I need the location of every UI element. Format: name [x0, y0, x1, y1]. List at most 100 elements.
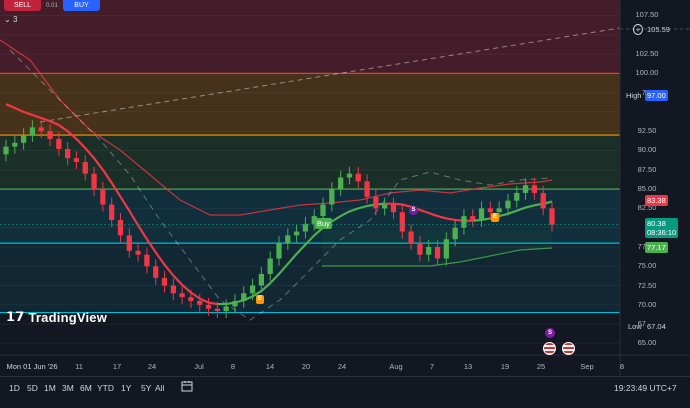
x-tick-label: 24	[147, 362, 157, 371]
candle-body	[443, 239, 449, 259]
x-tick-label: Jul	[194, 362, 204, 371]
candle-body	[329, 189, 335, 205]
tradingview-mark-icon: 𝟭𝟳	[6, 309, 25, 324]
split-marker[interactable]: S	[409, 206, 418, 215]
upper-band-badge: 83.38	[645, 195, 668, 206]
logo-text: TradingView	[28, 309, 108, 325]
tradingview-logo: 𝟭𝟳 TradingView	[6, 309, 107, 325]
y-tick-label: 85.00	[637, 184, 657, 194]
indicator-collapse-toggle[interactable]: ⌄ 3	[4, 15, 17, 24]
earnings-marker[interactable]: E	[256, 295, 264, 304]
spread-value: 0.01	[46, 2, 58, 9]
us-flag-icon[interactable]	[543, 342, 556, 355]
sell-button[interactable]: SELL	[4, 0, 41, 11]
x-tick-label: 19	[500, 362, 510, 371]
candle-body	[258, 273, 265, 286]
candle-body	[505, 200, 511, 209]
candle-body	[170, 285, 176, 294]
calendar-icon[interactable]	[181, 380, 193, 392]
candle-body	[338, 177, 344, 190]
buy-button[interactable]: BUY	[63, 0, 100, 11]
candle-body	[82, 162, 88, 174]
x-tick-label: 7	[429, 362, 435, 371]
timeframe-button[interactable]: 1M	[44, 383, 56, 393]
candle-body	[417, 243, 423, 255]
buy-signal-label[interactable]: Buy	[315, 218, 332, 229]
y-tick-label: 92.50	[637, 126, 657, 136]
candle-body	[38, 127, 44, 132]
x-tick-label: 14	[265, 362, 275, 371]
candle-body	[461, 216, 467, 228]
x-tick-label: 20	[301, 362, 311, 371]
candle-body	[522, 185, 529, 193]
earnings-marker[interactable]: E	[491, 213, 499, 222]
zone-orange	[0, 73, 620, 136]
candle-body	[382, 204, 388, 209]
candle-body	[135, 250, 141, 255]
x-tick-label: Sep	[580, 362, 594, 371]
last-price-value: 80.38	[647, 219, 666, 228]
candle-body	[470, 216, 476, 220]
candle-body	[73, 158, 80, 163]
candle-body	[434, 246, 441, 259]
lower-band-badge: 77.17	[645, 242, 668, 253]
timeframe-button[interactable]: 1D	[9, 383, 20, 393]
timeframe-button[interactable]: 5Y	[141, 383, 151, 393]
candle-body	[161, 277, 168, 286]
timeframe-button[interactable]: YTD	[97, 383, 114, 393]
candle-body	[12, 142, 18, 147]
timeframe-button[interactable]: All	[155, 383, 164, 393]
crosshair-plus-icon[interactable]: +	[633, 24, 643, 35]
candle-body	[293, 231, 300, 236]
candle-body	[364, 181, 370, 197]
x-tick-label: 8	[619, 362, 625, 371]
y-tick-label: 75.00	[637, 261, 657, 271]
clock[interactable]: 19:23:49 UTC+7	[614, 383, 677, 393]
indicator-count: 3	[12, 15, 18, 24]
timeframe-button[interactable]: 1Y	[121, 383, 131, 393]
candle-body	[100, 189, 106, 205]
low-value-badge: 67.04	[645, 321, 668, 332]
candle-body	[346, 173, 353, 178]
timeframe-button[interactable]: 5D	[27, 383, 38, 393]
candle-body	[399, 212, 405, 232]
y-tick-label: 102.50	[635, 49, 659, 59]
candle-body	[540, 192, 546, 209]
us-flag-icon[interactable]	[562, 342, 575, 355]
candle-body	[197, 300, 203, 305]
candle-body	[355, 173, 361, 182]
candle-body	[109, 204, 115, 220]
candle-body	[117, 219, 124, 236]
candle-body	[285, 235, 291, 244]
chevron-down-icon: ⌄	[4, 15, 11, 24]
candle-body	[452, 227, 458, 240]
candle-body	[320, 204, 326, 217]
crosshair-price-label: 105.59	[647, 25, 670, 34]
candle-body	[3, 146, 9, 155]
candle-body	[179, 293, 185, 298]
candle-body	[20, 135, 27, 143]
y-tick-label: 87.50	[637, 164, 657, 174]
candle-body	[426, 246, 432, 255]
candle-body	[390, 204, 397, 213]
x-tick-label: 24	[337, 362, 347, 371]
candle-body	[487, 208, 493, 213]
high-label: High	[624, 90, 644, 101]
x-tick-label: 13	[463, 362, 473, 371]
dividend-marker[interactable]: S	[545, 328, 555, 338]
x-tick-label: 17	[112, 362, 122, 371]
y-tick-label: 90.00	[637, 145, 657, 155]
timeframe-button[interactable]: 3M	[62, 383, 74, 393]
candle-body	[267, 258, 273, 274]
x-tick-label: 8	[230, 362, 236, 371]
candle-body	[232, 300, 238, 307]
y-tick-label: 72.50	[637, 280, 657, 290]
x-tick-label: 25	[536, 362, 546, 371]
candle-body	[214, 308, 220, 312]
candle-body	[408, 231, 414, 244]
timeframe-button[interactable]: 6M	[80, 383, 92, 393]
candle-body	[241, 293, 247, 301]
price-chart[interactable]	[0, 0, 690, 408]
candle-body	[478, 208, 485, 220]
candle-body	[496, 208, 502, 213]
